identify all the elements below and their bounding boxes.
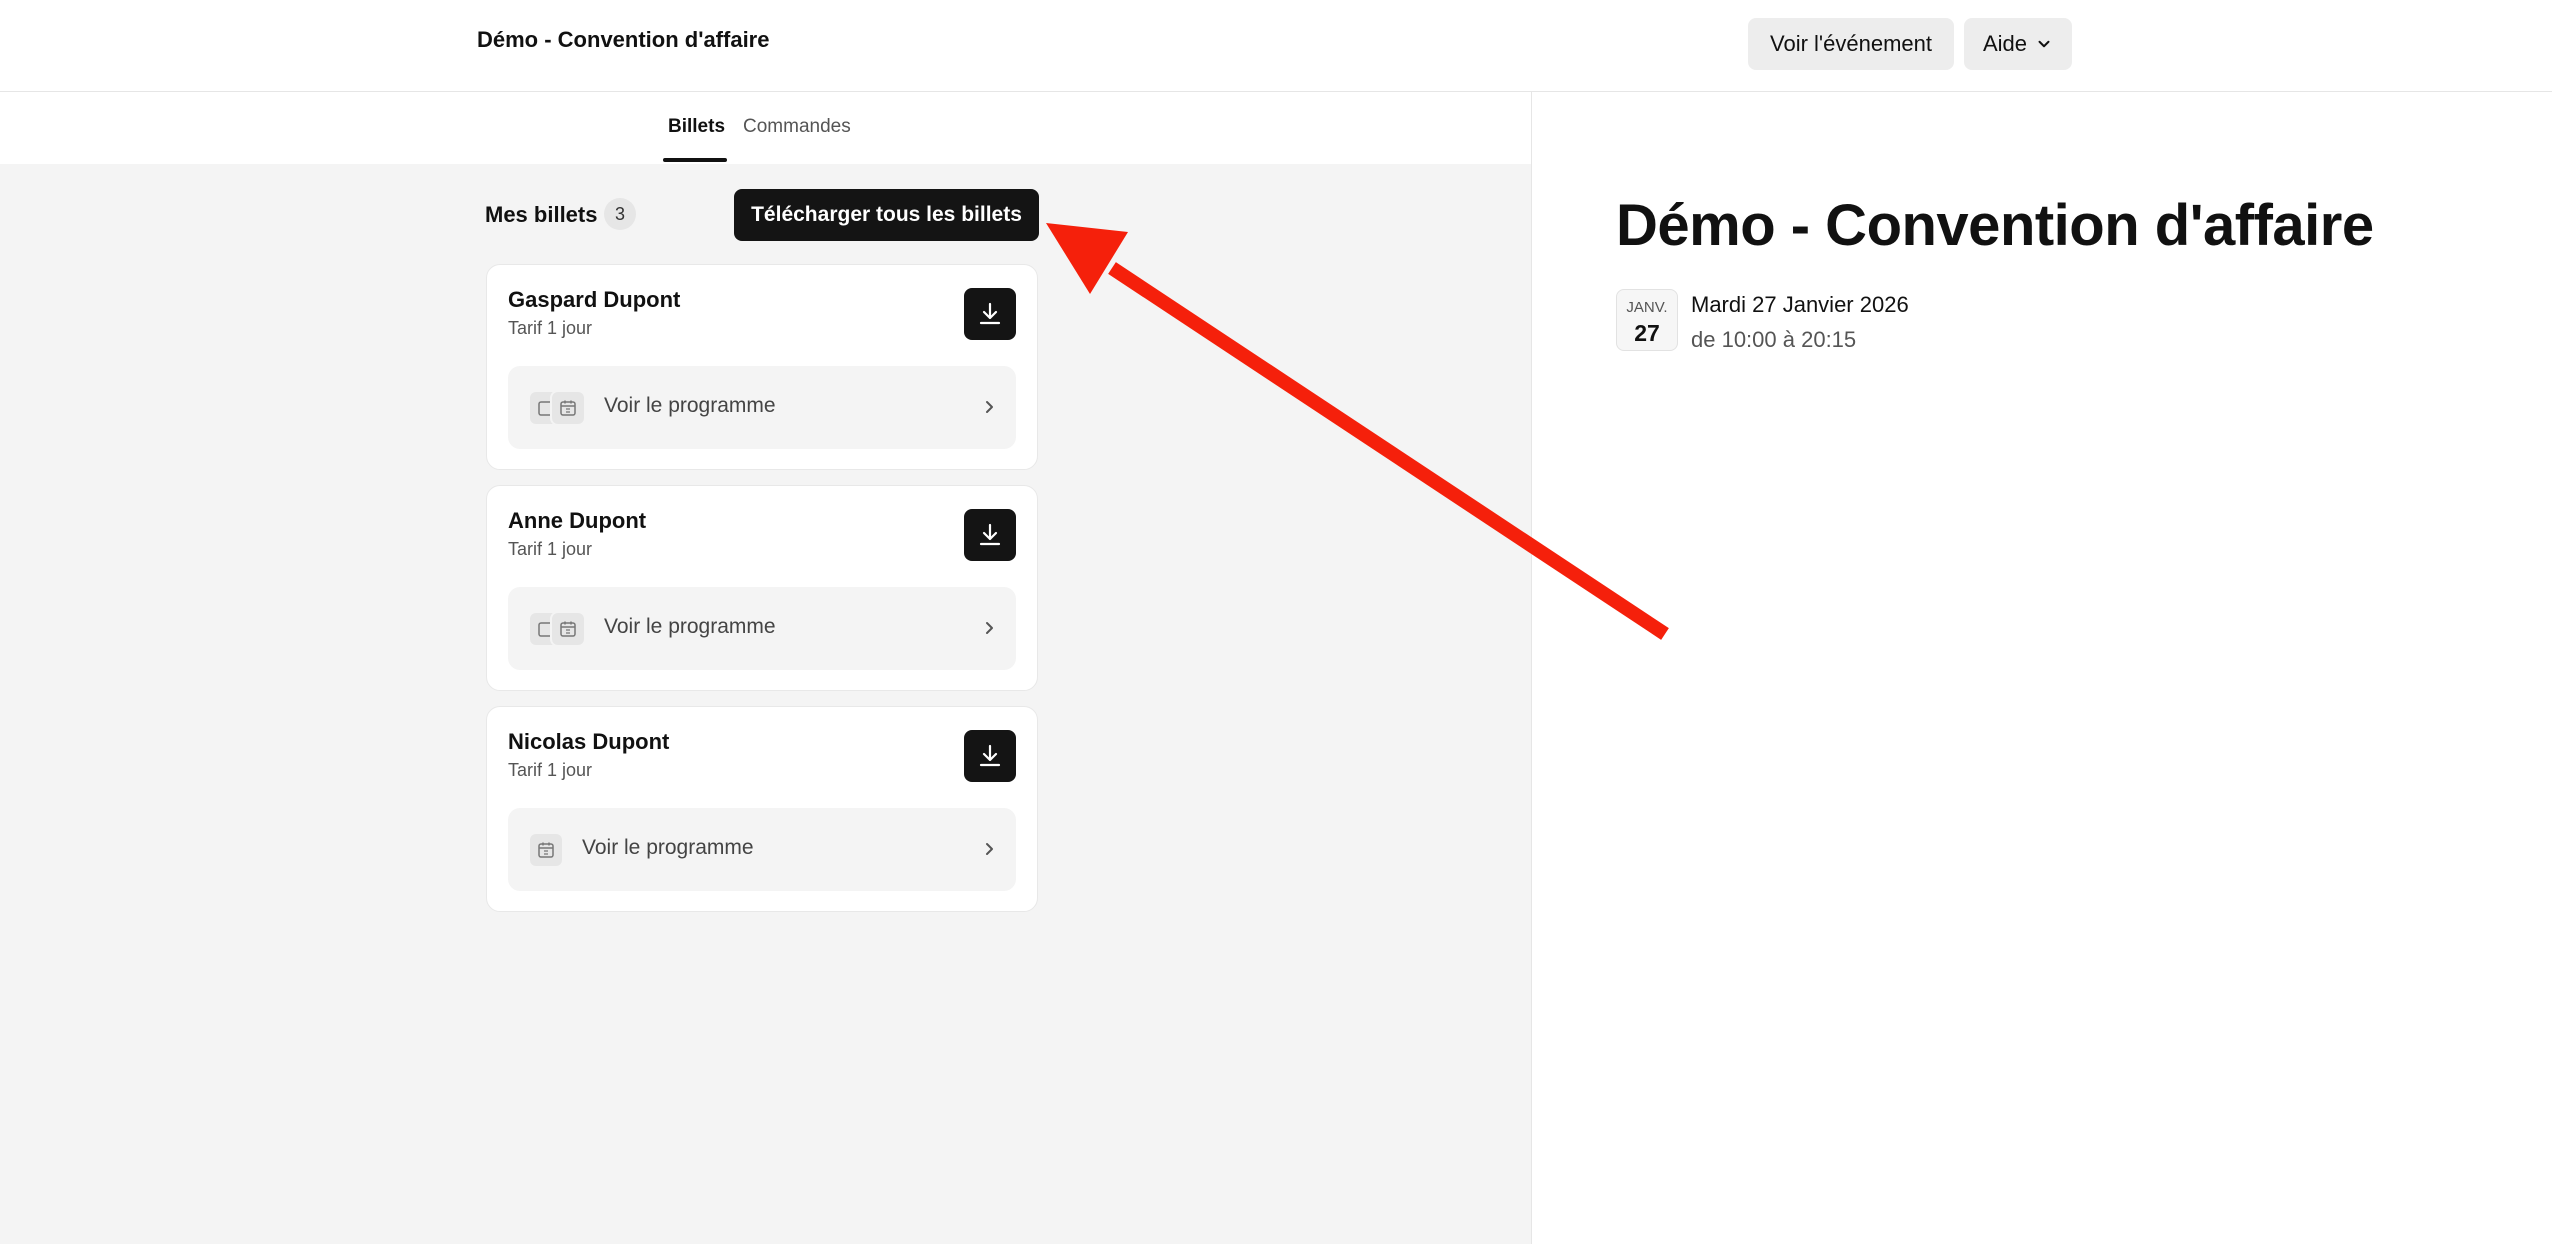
tab-commandes[interactable]: Commandes [743,116,851,138]
event-title: Démo - Convention d'affaire [1616,193,2374,258]
event-date: Mardi 27 Janvier 2026 [1691,292,1909,317]
ticket-tarif: Tarif 1 jour [508,539,593,559]
ticket-tarif: Tarif 1 jour [508,318,593,338]
view-program-row[interactable]: Voir le programme [508,587,1016,670]
event-month: JANV. [1626,299,1668,316]
chevron-down-icon [2038,40,2050,48]
event-day: 27 [1634,320,1660,346]
help-button[interactable]: Aide [1964,18,2072,70]
view-event-button[interactable]: Voir l'événement [1748,18,1954,70]
app-title: Démo - Convention d'affaire [477,27,770,52]
view-program-label: Voir le programme [604,394,776,417]
chevron-right-icon [986,622,993,634]
ticket-holder-name: Anne Dupont [508,508,647,533]
calendar-icon [550,390,586,426]
ticket-tarif: Tarif 1 jour [508,760,593,780]
download-ticket-button[interactable] [964,288,1016,340]
ticket-count-badge: 3 [604,198,636,230]
section-title: Mes billets [485,202,598,227]
ticket-card: Gaspard Dupont Tarif 1 jour Voir le prog… [486,264,1038,470]
tab-billets[interactable]: Billets [668,116,725,138]
download-icon [979,744,1001,767]
view-program-label: Voir le programme [582,836,754,859]
download-icon [979,523,1001,546]
download-ticket-button[interactable] [964,730,1016,782]
event-date-badge: JANV. 27 [1616,289,1678,351]
download-all-tickets-button[interactable]: Télécharger tous les billets [734,189,1039,241]
ticket-holder-name: Gaspard Dupont [508,287,681,312]
view-program-row[interactable]: Voir le programme [508,366,1016,449]
event-time: de 10:00 à 20:15 [1691,327,1857,352]
chevron-right-icon [986,401,993,413]
ticket-card: Nicolas Dupont Tarif 1 jour Voir le prog… [486,706,1038,912]
view-program-label: Voir le programme [604,615,776,638]
tabs-bar: Billets Commandes [0,92,1531,164]
calendar-icon [528,832,564,868]
download-ticket-button[interactable] [964,509,1016,561]
tickets-panel: Billets Commandes Mes billets 3 Téléchar… [0,92,1532,1244]
active-tab-indicator [663,158,727,162]
download-icon [979,302,1001,325]
ticket-holder-name: Nicolas Dupont [508,729,670,754]
top-header: Démo - Convention d'affaire Voir l'événe… [0,0,2552,92]
ticket-card: Anne Dupont Tarif 1 jour Voir le program… [486,485,1038,691]
calendar-icon [550,611,586,647]
chevron-right-icon [986,843,993,855]
view-program-row[interactable]: Voir le programme [508,808,1016,891]
help-button-label: Aide [1982,31,2028,56]
